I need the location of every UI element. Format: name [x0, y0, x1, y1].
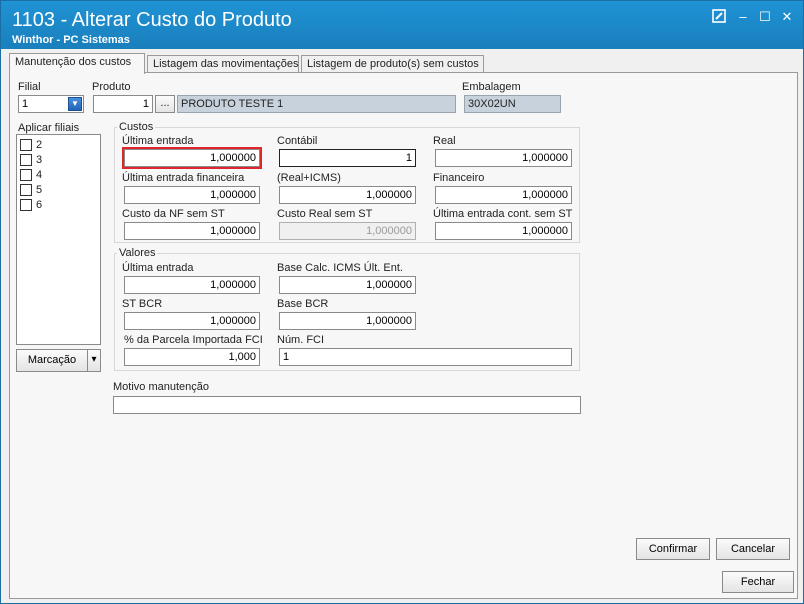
filial-label: Filial [18, 81, 41, 93]
browse-produto-button[interactable]: ... [155, 95, 175, 113]
base-bcr-input[interactable]: 1,000000 [279, 312, 416, 330]
produto-label: Produto [92, 81, 131, 93]
custo-real-st-label: Custo Real sem ST [277, 208, 373, 220]
embalagem-field: 30X02UN [464, 95, 561, 113]
st-bcr-input[interactable]: 1,000000 [124, 312, 260, 330]
custo-nf-label: Custo da NF sem ST [122, 208, 225, 220]
parcela-fci-label: % da Parcela Importada FCI [124, 334, 263, 346]
real-icms-input[interactable]: 1,000000 [279, 186, 416, 204]
contabil-label: Contábil [277, 135, 318, 147]
real-label: Real [433, 135, 456, 147]
filial-checkbox[interactable] [20, 139, 32, 151]
cancelar-button[interactable]: Cancelar [716, 538, 790, 560]
aplicar-filiais-label: Aplicar filiais [18, 122, 80, 134]
app-window: 1103 - Alterar Custo do Produto Winthor … [0, 0, 804, 604]
title-bar: 1103 - Alterar Custo do Produto Winthor … [1, 1, 803, 49]
list-item[interactable]: 3 [17, 153, 97, 168]
motivo-label: Motivo manutenção [113, 381, 209, 393]
filial-checkbox[interactable] [20, 199, 32, 211]
list-item[interactable]: 5 [17, 183, 97, 198]
marcacao-button[interactable]: Marcação [16, 349, 88, 372]
custo-real-st-input: 1,000000 [279, 222, 416, 240]
base-icms-input[interactable]: 1,000000 [279, 276, 416, 294]
real-input[interactable]: 1,000000 [435, 149, 572, 167]
custos-ultima-entrada-label: Última entrada [122, 135, 194, 147]
parcela-fci-input[interactable]: 1,000 [124, 348, 260, 366]
window-title: 1103 - Alterar Custo do Produto [12, 9, 292, 31]
financeiro-input[interactable]: 1,000000 [435, 186, 572, 204]
filial-checkbox[interactable] [20, 169, 32, 181]
tab-listagem-movimentacoes[interactable]: Listagem das movimentações [147, 55, 299, 73]
num-fci-input[interactable]: 1 [279, 348, 572, 366]
chevron-down-icon[interactable]: ▼ [68, 97, 82, 111]
num-fci-label: Núm. FCI [277, 334, 325, 346]
embalagem-label: Embalagem [462, 81, 521, 93]
contabil-input[interactable]: 1 [279, 149, 416, 167]
produto-code-input[interactable]: 1 [93, 95, 153, 113]
filial-checkbox[interactable] [20, 184, 32, 196]
custos-ultima-entrada-input[interactable]: 1,000000 [124, 149, 260, 167]
base-icms-label: Base Calc. ICMS Últ. Ent. [277, 262, 403, 274]
ult-ent-cont-input[interactable]: 1,000000 [435, 222, 572, 240]
ult-ent-cont-label: Última entrada cont. sem ST [433, 208, 573, 220]
financeiro-label: Financeiro [433, 172, 485, 184]
window-subtitle: Winthor - PC Sistemas [12, 34, 130, 46]
real-icms-label: (Real+ICMS) [277, 172, 341, 184]
minimize-icon[interactable]: – [735, 9, 751, 25]
base-bcr-label: Base BCR [277, 298, 329, 310]
motivo-input[interactable] [113, 396, 581, 414]
tab-listagem-sem-custos[interactable]: Listagem de produto(s) sem custos [301, 55, 484, 73]
custos-title: Custos [117, 121, 156, 133]
valores-title: Valores [117, 247, 158, 259]
close-icon[interactable]: ✕ [779, 9, 795, 25]
list-item[interactable]: 4 [17, 168, 97, 183]
st-bcr-label: ST BCR [122, 298, 163, 310]
list-item[interactable]: 2 [17, 138, 97, 153]
custo-nf-input[interactable]: 1,000000 [124, 222, 260, 240]
main-panel: Filial 1 ▼ Produto 1 ... PRODUTO TESTE 1… [9, 72, 798, 599]
ult-ent-fin-label: Última entrada financeira [122, 172, 245, 184]
fechar-button[interactable]: Fechar [722, 571, 794, 593]
filial-checkbox[interactable] [20, 154, 32, 166]
valores-ultima-entrada-label: Última entrada [122, 262, 194, 274]
marcacao-dropdown-icon[interactable]: ▾ [87, 349, 101, 372]
list-item[interactable]: 6 [17, 198, 97, 213]
valores-ultima-entrada-input[interactable]: 1,000000 [124, 276, 260, 294]
maximize-icon[interactable]: ☐ [757, 9, 773, 25]
restore-pencil-icon[interactable] [711, 9, 727, 25]
confirmar-button[interactable]: Confirmar [636, 538, 710, 560]
ult-ent-fin-input[interactable]: 1,000000 [124, 186, 260, 204]
tab-manutencao-custos[interactable]: Manutenção dos custos [9, 53, 145, 74]
filiais-listbox: 2 3 4 5 6 [16, 134, 101, 345]
produto-desc-field: PRODUTO TESTE 1 [177, 95, 456, 113]
